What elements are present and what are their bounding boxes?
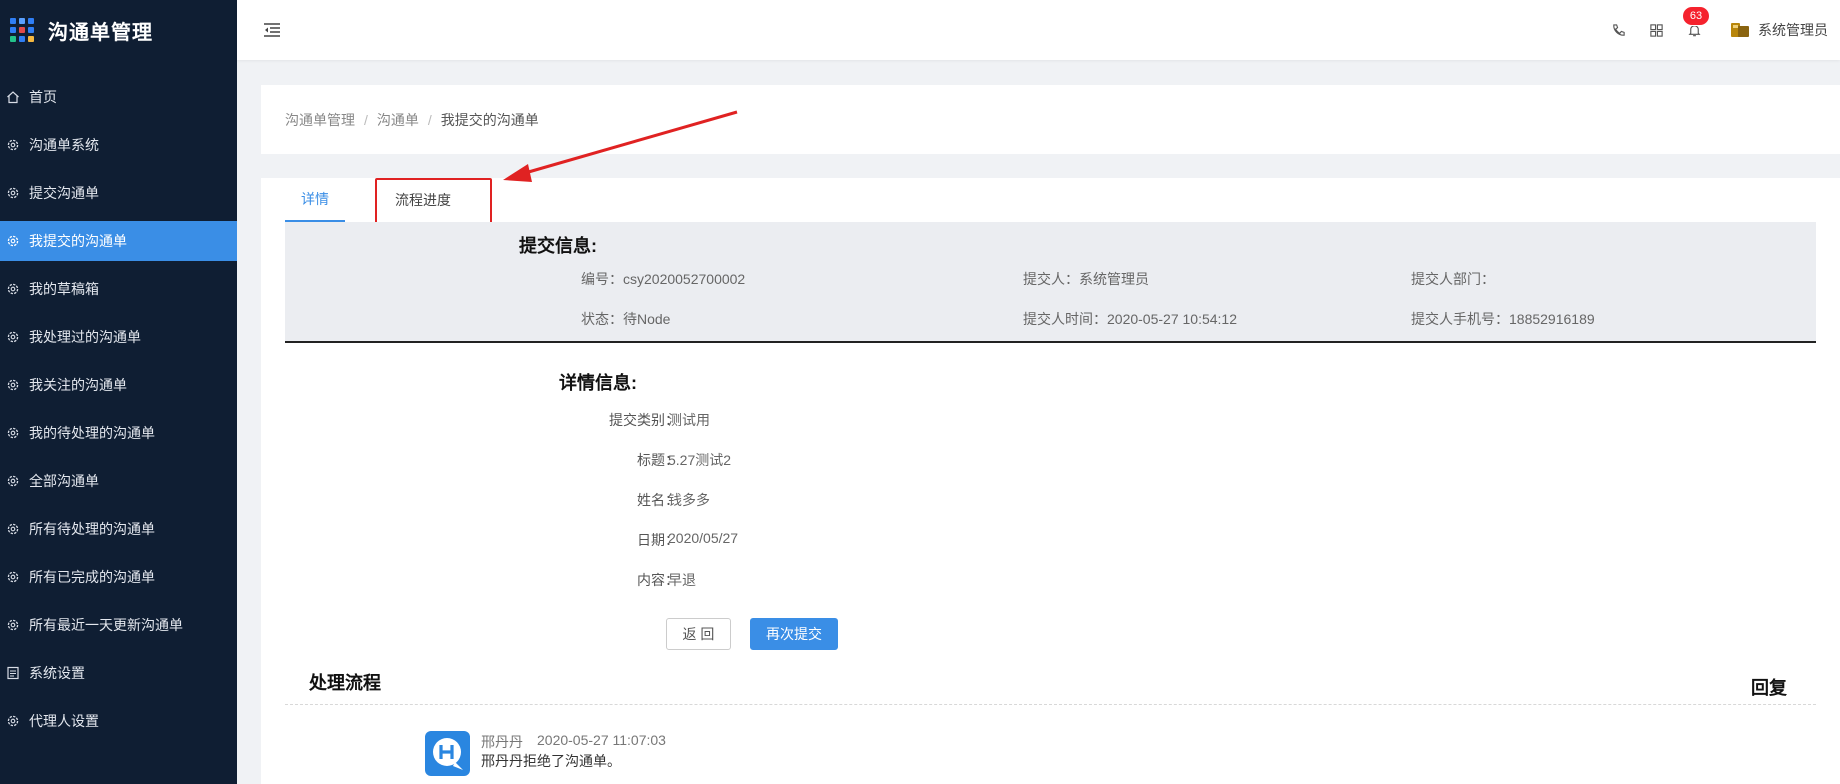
- sidebar-item-label: 沟通单系统: [29, 137, 99, 153]
- category-label: 提交类别：: [609, 412, 679, 428]
- sidebar-item-processed[interactable]: 我处理过的沟通单: [0, 317, 237, 357]
- sidebar-item-all-completed[interactable]: 所有已完成的沟通单: [0, 557, 237, 597]
- app-title: 沟通单管理: [48, 21, 153, 44]
- notification-badge: 63: [1682, 6, 1710, 26]
- gear-icon: [6, 618, 20, 632]
- resubmit-button[interactable]: 再次提交: [750, 618, 838, 650]
- submit-time: 提交人时间：2020-05-27 10:54:12: [1023, 311, 1237, 327]
- grid-icon[interactable]: [1646, 20, 1666, 40]
- title-label: 标题：: [637, 452, 679, 468]
- sidebar-item-drafts[interactable]: 我的草稿箱: [0, 269, 237, 309]
- sidebar-item-agent-settings[interactable]: 代理人设置: [0, 701, 237, 741]
- menu-collapse-icon[interactable]: [262, 20, 282, 40]
- sidebar-item-label: 代理人设置: [29, 713, 99, 729]
- breadcrumb: 沟通单管理 / 沟通单 / 我提交的沟通单: [261, 85, 1840, 154]
- sidebar-item-label: 所有已完成的沟通单: [29, 569, 155, 585]
- flow-entry-time: 2020-05-27 11:07:03: [537, 732, 666, 748]
- gear-icon: [6, 138, 20, 152]
- submit-info-title: 提交信息:: [519, 236, 597, 256]
- tab-details[interactable]: 详情: [285, 178, 345, 222]
- sidebar-item-label: 我提交的沟通单: [29, 233, 127, 249]
- sidebar-item-followed[interactable]: 我关注的沟通单: [0, 365, 237, 405]
- date-label: 日期：: [637, 532, 679, 548]
- sidebar-item-label: 系统设置: [29, 665, 85, 681]
- flow-entry-message: 邢丹丹拒绝了沟通单。: [481, 753, 621, 769]
- sidebar-item-label: 我的草稿箱: [29, 281, 99, 297]
- sidebar-item-recent[interactable]: 所有最近一天更新沟通单: [0, 605, 237, 645]
- gear-icon: [6, 426, 20, 440]
- breadcrumb-item[interactable]: 沟通单管理: [285, 110, 355, 130]
- sidebar: 沟通单管理 首页 沟通单系统 提交沟通单 我提交的沟通单 我的草稿箱 我处理过的…: [0, 0, 237, 784]
- user-name[interactable]: 系统管理员: [1758, 20, 1828, 40]
- sidebar-item-system[interactable]: 沟通单系统: [0, 125, 237, 165]
- gear-icon: [6, 378, 20, 392]
- ticket-status: 状态：待Node: [581, 311, 671, 327]
- category-value: 测试用: [668, 412, 710, 428]
- gear-icon: [6, 570, 20, 584]
- header-actions: 63 系统管理员: [1608, 0, 1840, 60]
- sidebar-item-label: 全部沟通单: [29, 473, 99, 489]
- document-icon: [6, 666, 20, 680]
- breadcrumb-separator: /: [364, 111, 368, 128]
- gear-icon: [6, 522, 20, 536]
- sidebar-item-my-pending[interactable]: 我的待处理的沟通单: [0, 413, 237, 453]
- name-value: 钱多多: [668, 492, 710, 508]
- home-icon: [6, 90, 20, 104]
- gear-icon: [6, 186, 20, 200]
- submit-info-section: 提交信息: 编号：csy2020052700002 提交人：系统管理员 提交人部…: [285, 222, 1816, 343]
- sidebar-item-all-pending[interactable]: 所有待处理的沟通单: [0, 509, 237, 549]
- phone-icon[interactable]: [1608, 20, 1628, 40]
- date-value: 2020/05/27: [668, 530, 739, 546]
- sidebar-item-my-submitted[interactable]: 我提交的沟通单: [0, 221, 237, 261]
- submitter-department: 提交人部门：: [1411, 271, 1495, 287]
- top-header: 63 系统管理员: [237, 0, 1840, 60]
- name-label: 姓名：: [637, 492, 679, 508]
- tab-process-progress[interactable]: 流程进度: [379, 178, 467, 222]
- content-value: 早退: [668, 572, 696, 588]
- sidebar-item-label: 提交沟通单: [29, 185, 99, 201]
- ticket-number: 编号：csy2020052700002: [581, 271, 746, 287]
- apps-grid-icon: [10, 18, 34, 42]
- submitter: 提交人：系统管理员: [1023, 271, 1149, 287]
- process-flow-title: 处理流程: [309, 673, 381, 693]
- user-avatar[interactable]: [1730, 21, 1750, 39]
- flow-entry-name: 邢丹丹: [481, 734, 523, 750]
- title-value: 5.27测试2: [668, 452, 732, 468]
- sidebar-item-label: 我关注的沟通单: [29, 377, 127, 393]
- sidebar-item-home[interactable]: 首页: [0, 77, 237, 117]
- divider: [285, 704, 1816, 705]
- breadcrumb-separator: /: [427, 111, 432, 128]
- breadcrumb-current: 我提交的沟通单: [440, 111, 539, 128]
- reply-title: 回复: [1751, 678, 1787, 698]
- gear-icon: [6, 330, 20, 344]
- sidebar-item-all[interactable]: 全部沟通单: [0, 461, 237, 501]
- detail-card: 详情 流程进度 提交信息: 编号：csy2020052700002 提交人：系统…: [261, 178, 1840, 784]
- sidebar-item-label: 我处理过的沟通单: [29, 329, 141, 345]
- tab-bar: 详情 流程进度: [285, 178, 467, 222]
- back-button[interactable]: 返 回: [666, 618, 731, 650]
- app-logo[interactable]: 沟通单管理: [0, 0, 237, 60]
- sidebar-item-label: 首页: [29, 89, 57, 105]
- gear-icon: [6, 282, 20, 296]
- gear-icon: [6, 714, 20, 728]
- sidebar-item-label: 我的待处理的沟通单: [29, 425, 155, 441]
- sidebar-item-settings[interactable]: 系统设置: [0, 653, 237, 693]
- flow-entry-avatar: [425, 731, 470, 776]
- bell-icon[interactable]: 63: [1682, 6, 1710, 40]
- sidebar-item-label: 所有待处理的沟通单: [29, 521, 155, 537]
- gear-icon: [6, 474, 20, 488]
- content-label: 内容：: [637, 572, 679, 588]
- detail-info-title: 详情信息:: [559, 373, 637, 393]
- breadcrumb-item[interactable]: 沟通单: [377, 110, 419, 130]
- sidebar-item-submit[interactable]: 提交沟通单: [0, 173, 237, 213]
- submitter-phone: 提交人手机号：18852916189: [1411, 311, 1595, 327]
- gear-icon: [6, 234, 20, 248]
- sidebar-item-label: 所有最近一天更新沟通单: [29, 617, 183, 633]
- sidebar-menu: 首页 沟通单系统 提交沟通单 我提交的沟通单 我的草稿箱 我处理过的沟通单 我关…: [0, 77, 237, 741]
